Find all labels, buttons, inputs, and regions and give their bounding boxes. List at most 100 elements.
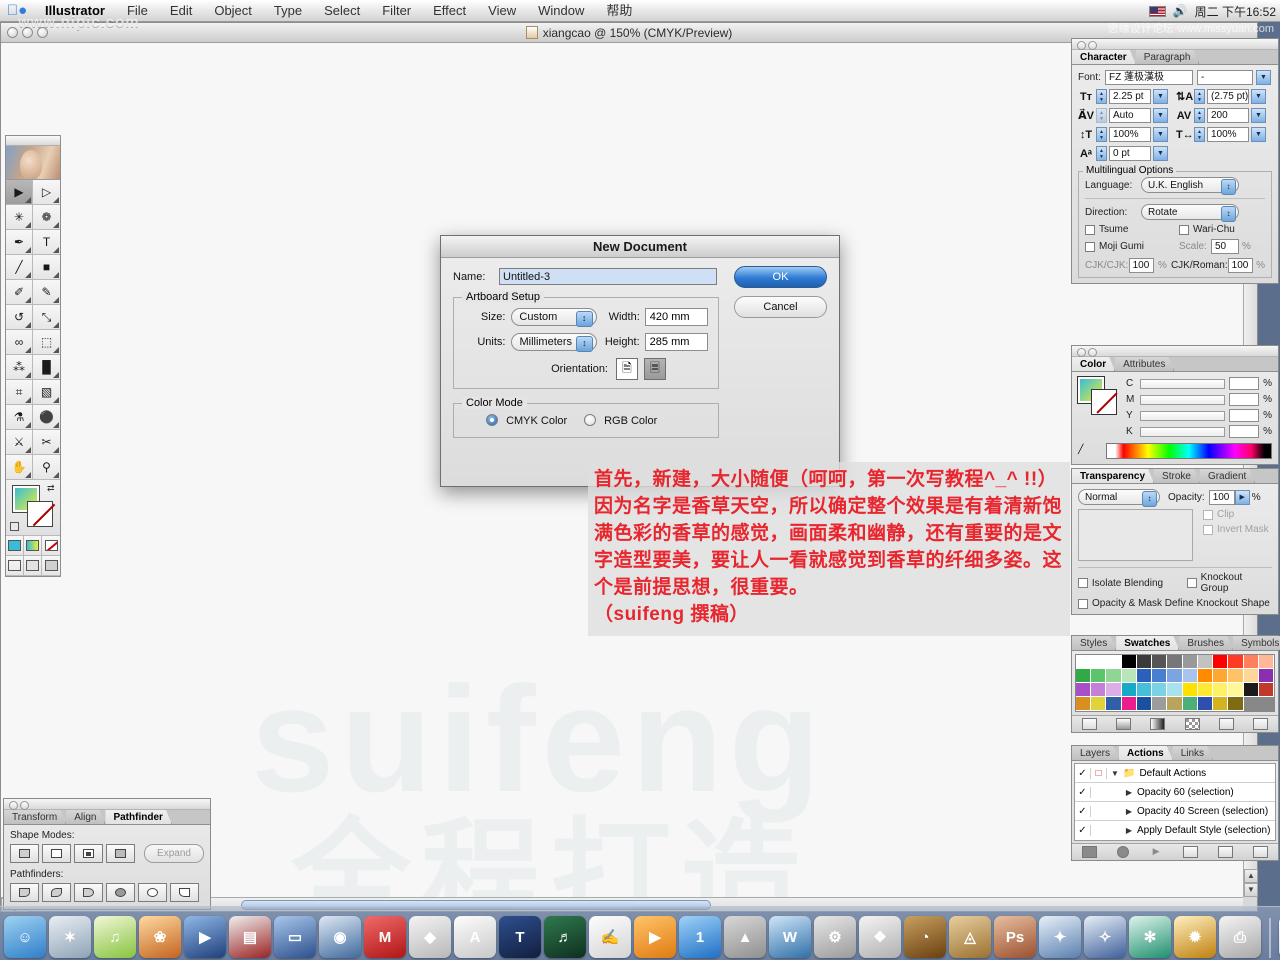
- leading-input[interactable]: (2.75 pt): [1207, 89, 1249, 104]
- full-screen-mode-button[interactable]: [42, 556, 60, 576]
- swatch-42[interactable]: [1121, 697, 1137, 711]
- swatch-2[interactable]: [1106, 655, 1122, 669]
- vertical-scale-stepper[interactable]: ▲ ▼: [1096, 127, 1107, 142]
- outline-button[interactable]: [138, 883, 167, 902]
- leading-stepper[interactable]: ▲ ▼: [1194, 89, 1205, 104]
- horizontal-scale-input[interactable]: 100%: [1207, 127, 1249, 142]
- clip-checkbox[interactable]: [1203, 509, 1213, 520]
- cjkcjk-input[interactable]: 100: [1128, 258, 1155, 273]
- magenta-input[interactable]: [1229, 393, 1260, 406]
- tool-mesh[interactable]: ⌗: [6, 380, 33, 405]
- dock-icon-iphoto[interactable]: ❀: [139, 916, 181, 958]
- landscape-orientation-button[interactable]: 🗏: [644, 358, 666, 380]
- swatch-21[interactable]: [1197, 669, 1214, 683]
- tool-hand[interactable]: ✋: [6, 455, 33, 480]
- swatch-11[interactable]: [1243, 655, 1259, 669]
- swatch-13[interactable]: [1076, 669, 1092, 683]
- dock-icon-printer[interactable]: ⎙: [1219, 916, 1261, 958]
- dock-icon-appleworks[interactable]: A: [454, 916, 496, 958]
- pathfinder-panel-drag-handle[interactable]: [4, 799, 210, 810]
- tab-swatches[interactable]: Swatches: [1116, 636, 1179, 650]
- language-select[interactable]: U.K. English: [1141, 177, 1239, 195]
- horizontal-scale-stepper[interactable]: ▲ ▼: [1194, 127, 1205, 142]
- cyan-input[interactable]: [1229, 377, 1260, 390]
- swatch-6[interactable]: [1167, 655, 1183, 669]
- swatch-36[interactable]: [1228, 683, 1244, 697]
- swatch-30[interactable]: [1136, 683, 1153, 697]
- tab-actions[interactable]: Actions: [1119, 746, 1173, 760]
- transparency-thumbnail-box[interactable]: [1078, 509, 1193, 561]
- yellow-slider[interactable]: [1140, 410, 1226, 421]
- divide-button[interactable]: [10, 883, 39, 902]
- rgb-radio-option[interactable]: RGB Color: [584, 414, 657, 427]
- swatch-49[interactable]: [1228, 697, 1244, 711]
- dock-icon-illustrator[interactable]: ✹: [1174, 916, 1216, 958]
- tab-align[interactable]: Align: [66, 810, 105, 824]
- dock-icon-microsoft-word[interactable]: W: [769, 916, 811, 958]
- font-size-stepper[interactable]: ▲ ▼: [1096, 89, 1107, 104]
- tab-links[interactable]: Links: [1173, 746, 1213, 760]
- tool-rectangle[interactable]: ■: [33, 255, 60, 280]
- scale-input[interactable]: 50: [1211, 239, 1239, 254]
- dock-icon-sherlock[interactable]: 1: [679, 916, 721, 958]
- table-row[interactable]: ✓ □ ▼ 📁 Default Actions: [1075, 764, 1275, 783]
- swatch-28[interactable]: [1106, 683, 1122, 697]
- dock-icon-imageready[interactable]: ✻: [1129, 916, 1171, 958]
- action-toggle-checkbox[interactable]: ✓: [1075, 825, 1091, 836]
- dock-icon-soundtrack[interactable]: ♬: [544, 916, 586, 958]
- tool-scissors[interactable]: ✂: [33, 430, 60, 455]
- color-panel-stroke-swatch[interactable]: [1091, 389, 1117, 415]
- dock-icon-dvd-player[interactable]: ▭: [274, 916, 316, 958]
- trim-button[interactable]: [42, 883, 71, 902]
- none-color-icon[interactable]: ╱: [1078, 444, 1083, 455]
- menu-item-window[interactable]: Window: [527, 0, 595, 22]
- swatch-39[interactable]: [1076, 697, 1092, 711]
- swatch-12[interactable]: [1258, 655, 1274, 669]
- action-toggle-checkbox[interactable]: ✓: [1075, 805, 1091, 817]
- knockout-group-checkbox[interactable]: [1186, 578, 1197, 588]
- action-toggle-checkbox[interactable]: ✓: [1075, 786, 1091, 798]
- swatch-38[interactable]: [1258, 683, 1274, 697]
- swatch-41[interactable]: [1106, 697, 1122, 711]
- swatch-1[interactable]: [1091, 655, 1107, 669]
- swatch-18[interactable]: [1152, 669, 1168, 683]
- cmyk-radio[interactable]: [486, 414, 498, 426]
- blend-mode-select[interactable]: Normal: [1078, 489, 1160, 507]
- cyan-slider[interactable]: [1140, 378, 1226, 389]
- swatch-40[interactable]: [1091, 697, 1107, 711]
- new-gradient-icon[interactable]: [1150, 718, 1166, 730]
- baseline-shift-input[interactable]: 0 pt: [1109, 146, 1151, 161]
- width-input[interactable]: 420 mm: [644, 308, 708, 326]
- tab-color[interactable]: Color: [1072, 357, 1115, 371]
- tab-character[interactable]: Character: [1072, 50, 1136, 64]
- tool-type[interactable]: T: [33, 230, 60, 255]
- tracking-dropdown-icon[interactable]: ▼: [1251, 108, 1266, 123]
- dock-icon-classic-painting[interactable]: ◬: [949, 916, 991, 958]
- tab-attributes[interactable]: Attributes: [1115, 357, 1174, 371]
- magenta-slider[interactable]: [1140, 394, 1226, 405]
- stroke-swatch[interactable]: [27, 501, 53, 527]
- height-input[interactable]: 285 mm: [644, 333, 708, 351]
- invert-mask-checkbox[interactable]: [1203, 524, 1213, 535]
- tab-symbols[interactable]: Symbols: [1233, 636, 1280, 650]
- opacity-slider-icon[interactable]: ▶: [1234, 489, 1250, 505]
- dock-icon-textedit[interactable]: ✍: [589, 916, 631, 958]
- font-family-input[interactable]: FZ 蓬极漢极: [1105, 70, 1193, 85]
- close-window-button[interactable]: [7, 27, 18, 38]
- swatch-48[interactable]: [1213, 697, 1229, 711]
- tool-eyedropper[interactable]: ⚗: [6, 405, 33, 430]
- swatch-list-icon[interactable]: [1081, 718, 1097, 730]
- merge-button[interactable]: [74, 883, 103, 902]
- tsume-checkbox[interactable]: [1085, 224, 1095, 235]
- tool-warp[interactable]: ∞: [6, 330, 33, 355]
- new-swatch-icon[interactable]: [1218, 718, 1234, 730]
- intersect-shape-areas-button[interactable]: [74, 844, 103, 863]
- swatch-37[interactable]: [1243, 683, 1259, 697]
- swatch-0[interactable]: [1076, 655, 1092, 669]
- color-panel-drag-handle[interactable]: [1072, 346, 1278, 357]
- swatch-46[interactable]: [1182, 697, 1198, 711]
- gradient-fill-button[interactable]: [24, 536, 42, 556]
- ok-button[interactable]: OK: [734, 266, 827, 288]
- tab-stroke[interactable]: Stroke: [1154, 469, 1200, 483]
- tab-gradient[interactable]: Gradient: [1200, 469, 1255, 483]
